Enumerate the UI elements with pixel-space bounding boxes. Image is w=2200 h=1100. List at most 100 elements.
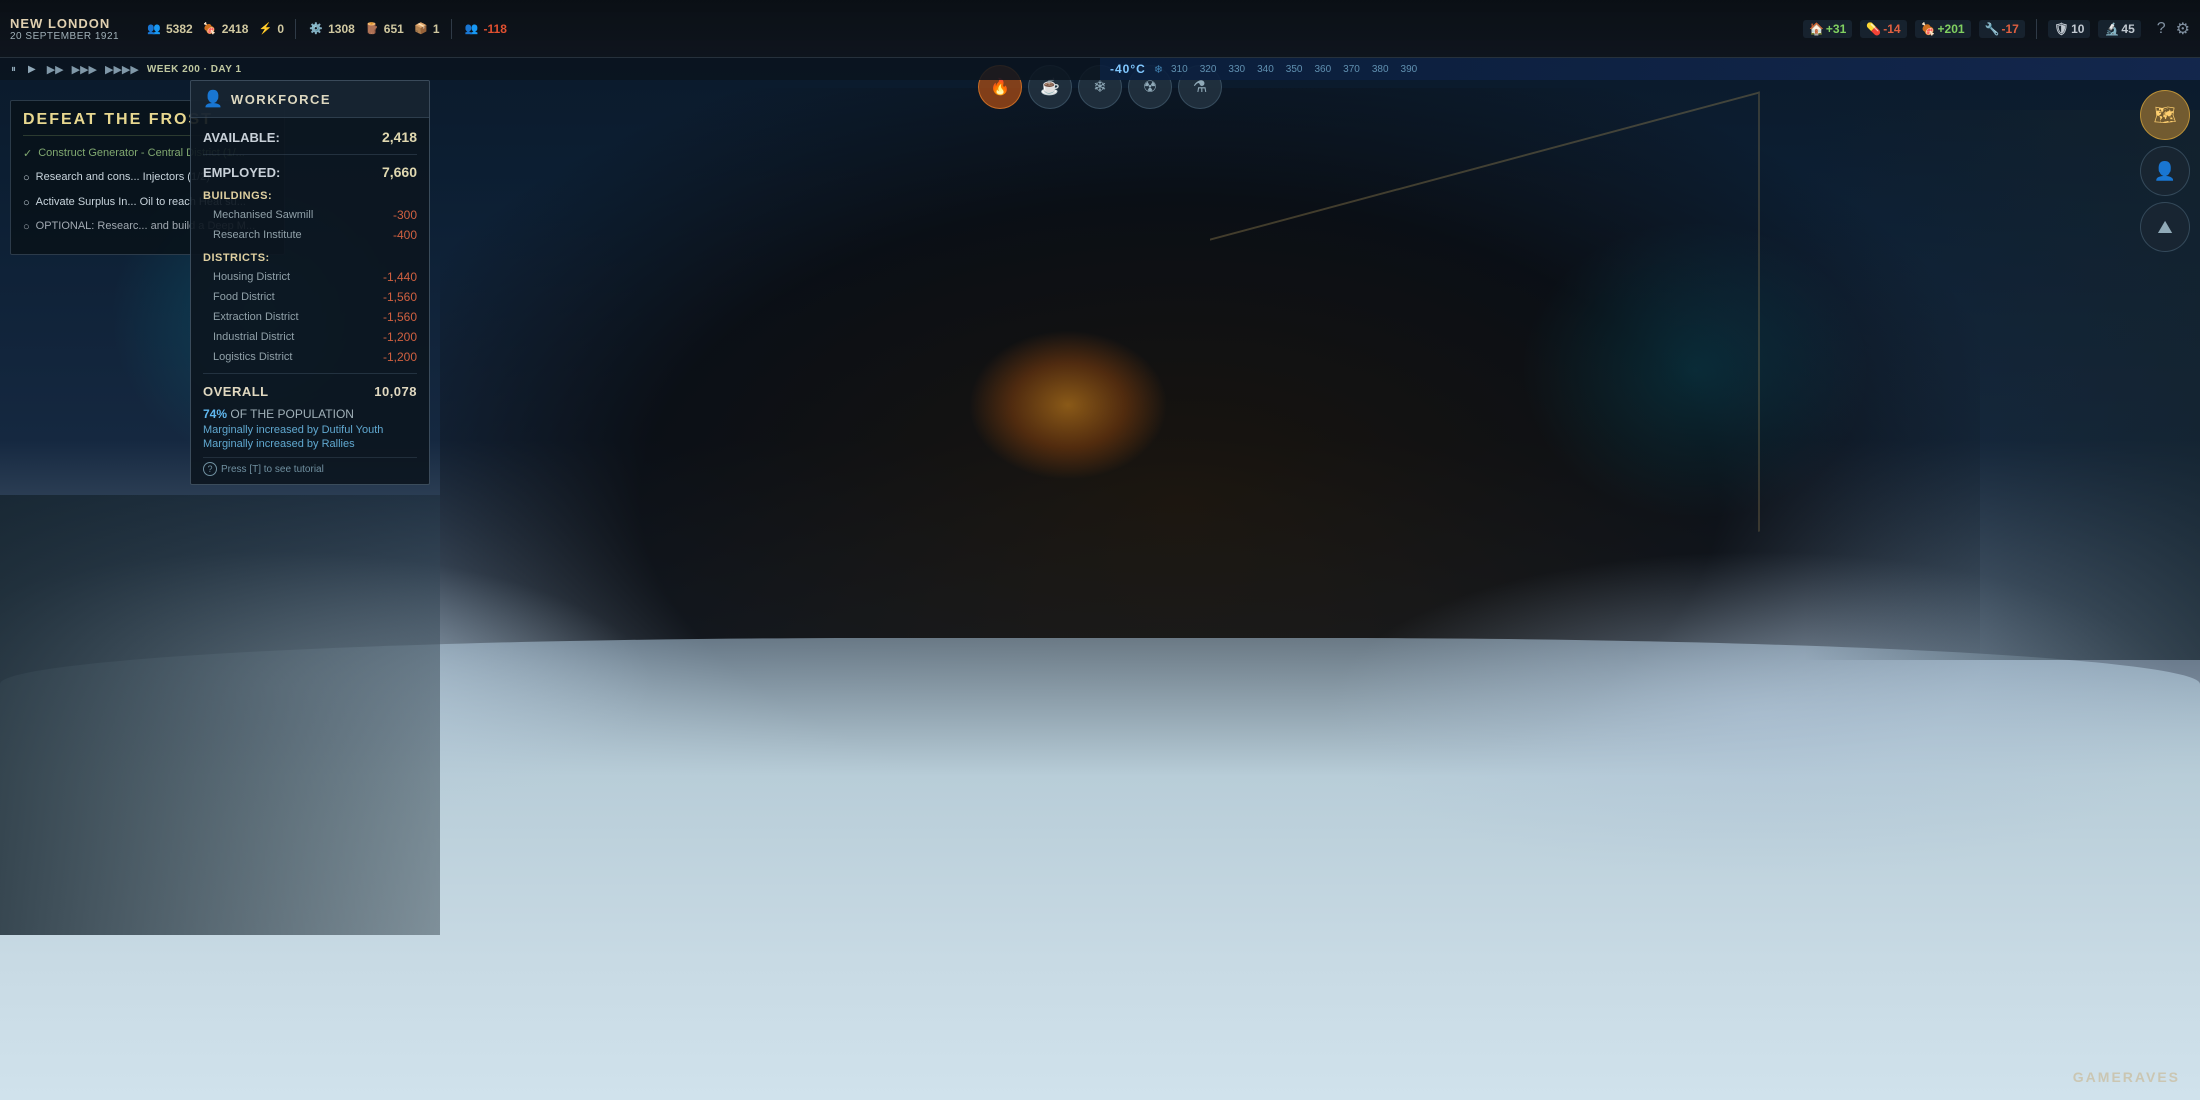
building-name-0: Mechanised Sawmill	[203, 209, 313, 221]
city-date: 20 SEPTEMBER 1921	[10, 31, 130, 42]
health-value: 0	[277, 22, 284, 36]
hint-text: Press [T] to see tutorial	[221, 464, 324, 475]
districts-label: DISTRICTS:	[203, 252, 270, 264]
food-icon: 🍖	[201, 20, 219, 38]
available-label: AVAILABLE:	[203, 130, 280, 145]
district-name-3: Industrial District	[203, 331, 294, 343]
wf-div-2	[203, 373, 417, 374]
district-row-2: Extraction District -1,560	[203, 307, 417, 327]
health-stat-icon: 💊	[1866, 22, 1881, 36]
help-button[interactable]: ?	[2157, 20, 2166, 38]
res-separator-1	[295, 19, 296, 39]
temp-bar: -40°C ❄ 310 320 330 340 350 360 370 380 …	[1100, 58, 2200, 80]
district-value-1: -1,560	[383, 290, 417, 304]
employed-value: 7,660	[382, 164, 417, 180]
workforce-body: AVAILABLE: 2,418 EMPLOYED: 7,660 BUILDIN…	[191, 118, 429, 484]
terrain-button[interactable]: ⛰	[2140, 202, 2190, 252]
shield-stat[interactable]: 🛡 10	[2048, 20, 2091, 38]
quest-bullet-3: ○	[23, 220, 30, 235]
goods-resource[interactable]: 📦 1	[412, 20, 440, 38]
faster-button[interactable]: ▶▶▶	[70, 62, 99, 77]
percent-value: 74%	[203, 407, 227, 421]
overall-label: OVERALL	[203, 384, 269, 399]
overall-value: 10,078	[374, 384, 417, 399]
goods-icon: 📦	[412, 20, 430, 38]
buildings-header: BUILDINGS:	[203, 187, 417, 205]
district-row-0: Housing District -1,440	[203, 267, 417, 287]
right-controls: 🗺 👤 ⛰	[2140, 90, 2190, 252]
shelter-icon: 🏠	[1809, 22, 1824, 36]
shelter-stat[interactable]: 🏠 +31	[1803, 20, 1852, 38]
fast-button[interactable]: ▶▶	[45, 62, 66, 77]
topright-icons: ? ⚙	[2157, 19, 2190, 39]
speed-controls: ▶▶ ▶▶▶ ▶▶▶▶	[45, 62, 141, 77]
people-resource[interactable]: 👥 5382	[145, 20, 193, 38]
play-button[interactable]: ▶	[25, 63, 39, 76]
building-row-1: Research Institute -400	[203, 225, 417, 245]
top-right-stats: 🏠 +31 💊 -14 🍖 +201 🔧 -17 🛡 10 🔬 45 ? ⚙	[1803, 19, 2190, 39]
buildings-label: BUILDINGS:	[203, 190, 272, 202]
temperature-value: -40°C	[1110, 62, 1146, 76]
building-value-0: -300	[393, 208, 417, 222]
controls-bar: ⏸ ▶ ▶▶ ▶▶▶ ▶▶▶▶ WEEK 200 · DAY 1	[0, 58, 1100, 80]
top-bar: NEW LONDON 20 SEPTEMBER 1921 👥 5382 🍖 24…	[0, 0, 2200, 58]
center-res-value: -118	[484, 22, 507, 36]
health-icon: ⚡	[256, 20, 274, 38]
workforce-header: 👤 WORKFORCE	[191, 81, 429, 118]
tech-stat[interactable]: 🔬 45	[2098, 20, 2140, 38]
modifier-2[interactable]: Marginally increased by Rallies	[203, 437, 417, 451]
settings-button[interactable]: ⚙	[2176, 19, 2190, 39]
map-overview-button[interactable]: 🗺	[2140, 90, 2190, 140]
district-name-1: Food District	[203, 291, 275, 303]
food-resource[interactable]: 🍖 2418	[201, 20, 249, 38]
district-row-4: Logistics District -1,200	[203, 347, 417, 367]
watermark: GAMERAVES	[2073, 1069, 2180, 1085]
workforce-header-title: WORKFORCE	[231, 92, 331, 107]
people-value: 5382	[166, 22, 193, 36]
quest-check-0: ✓	[23, 147, 32, 162]
tutorial-hint: ? Press [T] to see tutorial	[203, 457, 417, 476]
health-stat[interactable]: 💊 -14	[1860, 20, 1906, 38]
parts-stat-icon: 🔧	[1985, 22, 2000, 36]
district-name-0: Housing District	[203, 271, 290, 283]
district-value-4: -1,200	[383, 350, 417, 364]
building-row-0: Mechanised Sawmill -300	[203, 205, 417, 225]
sep-right	[2036, 19, 2037, 39]
districts-header: DISTRICTS:	[203, 249, 417, 267]
population-button[interactable]: 👤	[2140, 146, 2190, 196]
week-info: WEEK 200 · DAY 1	[147, 64, 242, 75]
overall-row: OVERALL 10,078	[203, 380, 417, 403]
food-stat[interactable]: 🍖 +201	[1915, 20, 1971, 38]
available-row: AVAILABLE: 2,418	[203, 126, 417, 148]
parts-value: 1308	[328, 22, 355, 36]
center-resource[interactable]: 👥 -118	[463, 20, 507, 38]
pause-button[interactable]: ⏸	[8, 63, 19, 76]
shield-icon: 🛡	[2054, 22, 2069, 36]
employed-label: EMPLOYED:	[203, 165, 280, 180]
district-value-0: -1,440	[383, 270, 417, 284]
resources-bar: 👥 5382 🍖 2418 ⚡ 0 ⚙️ 1308 🪵 651 📦 1	[145, 19, 1803, 39]
wood-resource[interactable]: 🪵 651	[363, 20, 404, 38]
quest-bullet-2: ○	[23, 196, 30, 211]
fastest-button[interactable]: ▶▶▶▶	[103, 62, 141, 77]
health-resource[interactable]: ⚡ 0	[256, 20, 284, 38]
district-value-3: -1,200	[383, 330, 417, 344]
parts-icon: ⚙️	[307, 20, 325, 38]
city-info: NEW LONDON 20 SEPTEMBER 1921	[10, 16, 130, 42]
wood-value: 651	[384, 22, 404, 36]
city-name: NEW LONDON	[10, 16, 130, 31]
modifier-1[interactable]: Marginally increased by Dutiful Youth	[203, 423, 417, 437]
parts-resource[interactable]: ⚙️ 1308	[307, 20, 355, 38]
wood-icon: 🪵	[363, 20, 381, 38]
temp-scale: 310 320 330 340 350 360 370 380 390	[1171, 64, 1417, 75]
res-separator-2	[451, 19, 452, 39]
district-row-1: Food District -1,560	[203, 287, 417, 307]
workforce-panel: 👤 WORKFORCE AVAILABLE: 2,418 EMPLOYED: 7…	[190, 80, 430, 485]
parts-stat[interactable]: 🔧 -17	[1979, 20, 2025, 38]
population-percent: 74% OF THE POPULATION	[203, 403, 417, 423]
district-name-2: Extraction District	[203, 311, 299, 323]
quest-text-1: Research and cons... Injectors (1/2)	[36, 170, 210, 185]
employed-row: EMPLOYED: 7,660	[203, 161, 417, 183]
quest-bullet-1: ○	[23, 171, 30, 186]
hint-icon: ?	[203, 462, 217, 476]
